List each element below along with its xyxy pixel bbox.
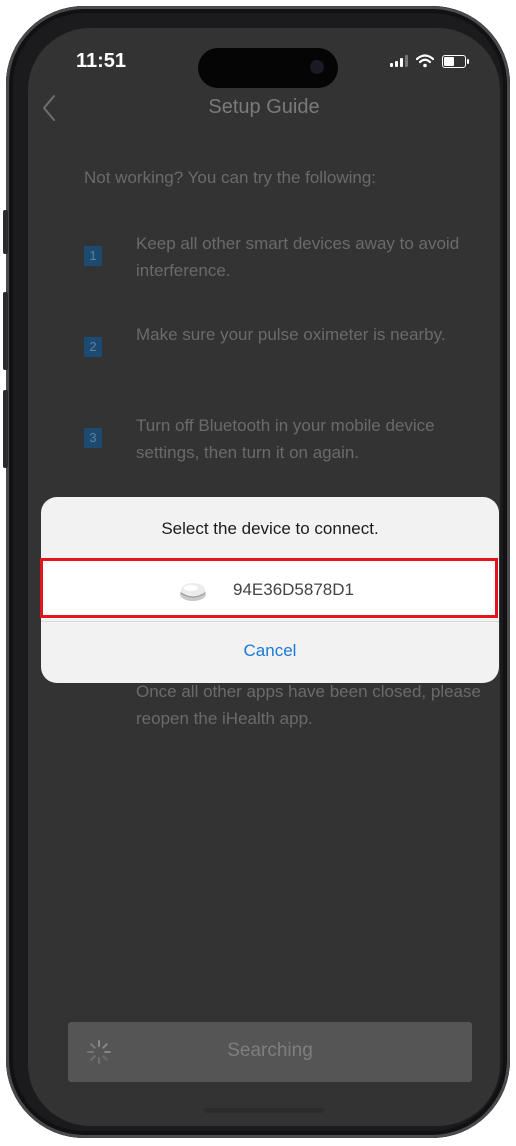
status-time: 11:51 [76,50,127,72]
pulse-oximeter-icon [180,583,206,601]
device-select-dialog: Select the device to connect. 94E36D5878… [40,497,499,683]
searching-label: Searching [227,1040,313,1061]
camera-icon [310,60,324,74]
step-number-badge: 3 [84,428,102,448]
home-indicator [204,1108,324,1113]
nav-bar: Setup Guide [28,90,500,130]
page-title: Setup Guide [208,96,320,118]
step-text: Make sure your pulse oximeter is nearby. [136,325,446,344]
dialog-divider [41,621,499,622]
action-button [3,210,8,254]
dialog-title: Select the device to connect. [161,519,379,538]
device-id: 94E36D5878D1 [233,580,354,599]
dynamic-island [198,48,338,88]
step-number-badge: 1 [84,246,102,266]
status-icons [390,54,469,68]
volume-up-button [3,292,8,370]
phone-frame: 11:51 Setup Guide Not working? You can t… [3,6,510,1138]
wifi-icon [416,54,434,68]
device-option[interactable]: 94E36D5878D1 [41,561,499,619]
signal-icon [390,55,408,67]
app-screen: 11:51 Setup Guide Not working? You can t… [28,28,500,1126]
cancel-button[interactable]: Cancel [41,623,499,683]
volume-down-button [3,390,8,468]
battery-icon [442,54,469,68]
status-bar: 11:51 [28,28,500,88]
searching-button[interactable]: Searching [68,1022,472,1082]
guide-intro: Not working? You can try the following: [84,168,377,187]
step-text: Once all other apps have been closed, pl… [136,682,481,728]
step-number-badge: 2 [84,337,102,357]
step-text: Turn off Bluetooth in your mobile device… [136,416,435,462]
step-text: Keep all other smart devices away to avo… [136,234,460,280]
